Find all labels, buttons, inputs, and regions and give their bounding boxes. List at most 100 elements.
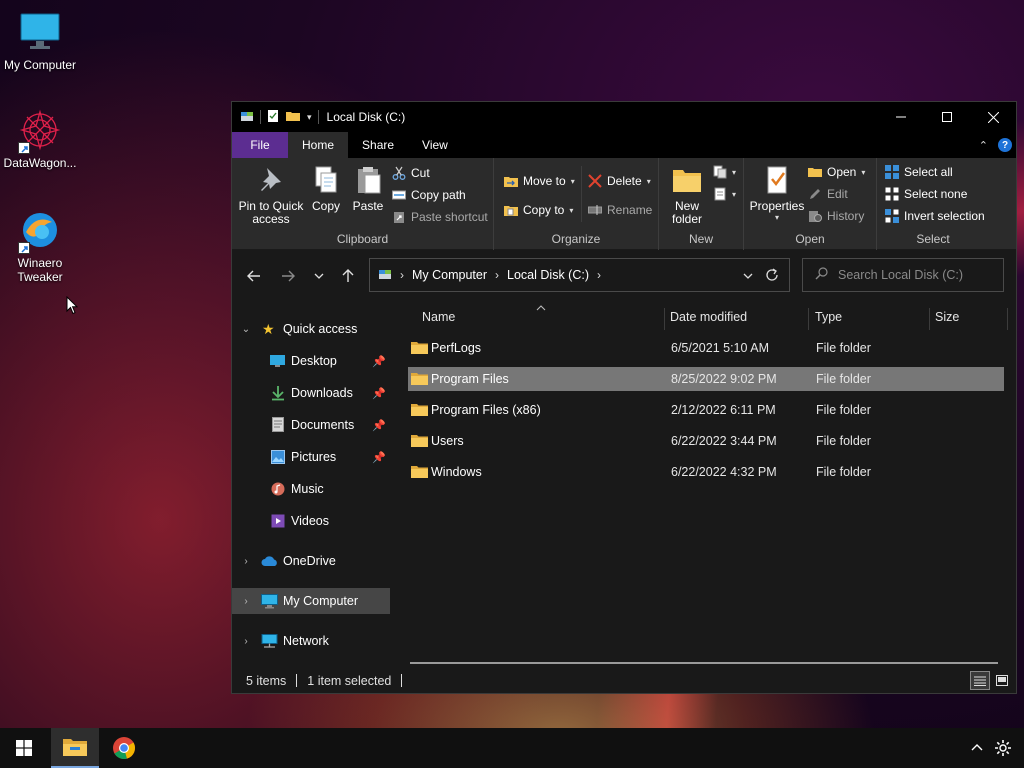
taskbar	[0, 728, 1024, 768]
desktop-icon-my-computer[interactable]: My Computer	[0, 10, 80, 72]
star-icon: ★	[262, 320, 275, 337]
collapse-ribbon-icon[interactable]: ⌃	[979, 139, 988, 152]
tab-share[interactable]: Share	[348, 132, 408, 158]
rename-button[interactable]: Rename	[588, 203, 652, 217]
large-icons-view-icon	[996, 675, 1008, 686]
back-button[interactable]	[244, 266, 264, 286]
copy-button[interactable]: Copy	[306, 164, 346, 213]
column-header-type[interactable]: Type	[815, 310, 842, 324]
chevron-right-icon[interactable]: ›	[240, 636, 252, 647]
file-explorer-window: ▾ Local Disk (C:) File Home Share View ⌃…	[231, 101, 1017, 694]
copy-path-button[interactable]: Copy path	[392, 188, 466, 202]
file-row-perflogs[interactable]: PerfLogs 6/5/2021 5:10 AM File folder	[408, 336, 1004, 360]
chevron-right-icon[interactable]: ›	[240, 556, 252, 567]
close-button[interactable]	[970, 102, 1016, 132]
drive-icon[interactable]	[240, 110, 254, 125]
desktop-icon-winaero-tweaker[interactable]: Winaero Tweaker	[0, 208, 80, 284]
tab-file[interactable]: File	[232, 132, 288, 158]
file-row-users[interactable]: Users 6/22/2022 3:44 PM File folder	[408, 429, 1004, 453]
desktop-icon-datawagon[interactable]: DataWagon...	[0, 108, 80, 170]
nav-desktop[interactable]: Desktop 📌	[232, 348, 390, 374]
file-row-program-files-x86[interactable]: Program Files (x86) 2/12/2022 6:11 PM Fi…	[408, 398, 1004, 422]
column-divider[interactable]	[929, 308, 930, 330]
windows-logo-icon	[16, 740, 32, 756]
forward-button[interactable]	[278, 266, 298, 286]
invert-selection-button[interactable]: Invert selection	[885, 209, 985, 223]
minimize-button[interactable]	[878, 102, 924, 132]
pictures-icon	[271, 450, 285, 467]
ribbon-home: Pin to Quick access Copy Paste Cut Copy …	[232, 158, 1016, 250]
pin-to-quick-access-button[interactable]: Pin to Quick access	[238, 164, 304, 226]
sort-ascending-icon	[536, 300, 546, 314]
new-folder-button[interactable]: New folder	[665, 164, 709, 226]
address-history-dropdown[interactable]	[743, 268, 753, 282]
nav-pictures[interactable]: Pictures 📌	[232, 444, 390, 470]
settings-button[interactable]	[994, 739, 1012, 760]
search-input[interactable]: Search Local Disk (C:)	[802, 258, 1004, 292]
help-icon[interactable]: ?	[998, 138, 1012, 152]
paste-button[interactable]: Paste	[348, 164, 388, 213]
pin-icon[interactable]: 📌	[372, 451, 386, 464]
nav-videos[interactable]: Videos	[232, 508, 390, 534]
recent-locations-button[interactable]	[309, 266, 329, 286]
pin-icon[interactable]: 📌	[372, 387, 386, 400]
column-header-date-modified[interactable]: Date modified	[670, 310, 747, 324]
paste-shortcut-button[interactable]: Paste shortcut	[392, 210, 488, 224]
up-button[interactable]	[338, 266, 358, 286]
new-item-button[interactable]: ▾	[713, 165, 736, 179]
new-item-icon	[713, 165, 727, 179]
column-header-size[interactable]: Size	[935, 310, 959, 324]
nav-music[interactable]: Music	[232, 476, 390, 502]
address-bar[interactable]: › My Computer › Local Disk (C:) ›	[369, 258, 790, 292]
taskbar-file-explorer[interactable]	[51, 728, 99, 768]
dropdown-caret-icon: ▾	[732, 167, 737, 177]
taskbar-chrome[interactable]	[100, 728, 148, 768]
open-button[interactable]: Open ▾	[808, 165, 865, 179]
nav-downloads[interactable]: Downloads 📌	[232, 380, 390, 406]
show-hidden-icons-button[interactable]	[970, 740, 984, 757]
dropdown-caret-icon: ▾	[861, 167, 866, 177]
nav-onedrive[interactable]: › OneDrive	[232, 548, 390, 574]
customize-toolbar-icon[interactable]: ▾	[307, 112, 312, 123]
breadcrumb-my-computer[interactable]: My Computer	[412, 268, 487, 282]
new-folder-icon[interactable]	[285, 110, 301, 125]
edit-button[interactable]: Edit	[808, 187, 848, 201]
column-divider[interactable]	[664, 308, 665, 330]
copy-to-button[interactable]: Copy to ▾	[504, 203, 573, 217]
large-icons-view-button[interactable]	[992, 671, 1012, 690]
move-to-button[interactable]: Move to ▾	[504, 174, 575, 188]
tab-view[interactable]: View	[408, 132, 462, 158]
breadcrumb-local-disk[interactable]: Local Disk (C:)	[507, 268, 589, 282]
easy-access-button[interactable]: ▾	[713, 187, 736, 201]
chevron-right-icon[interactable]: ›	[240, 596, 252, 607]
pin-icon[interactable]: 📌	[372, 355, 386, 368]
file-row-windows[interactable]: Windows 6/22/2022 4:32 PM File folder	[408, 460, 1004, 484]
properties-icon[interactable]	[267, 109, 279, 126]
chevron-up-icon	[971, 744, 983, 751]
pin-icon[interactable]: 📌	[372, 419, 386, 432]
column-divider[interactable]	[1007, 308, 1008, 330]
cut-button[interactable]: Cut	[392, 166, 430, 180]
file-row-program-files[interactable]: Program Files 8/25/2022 9:02 PM File fol…	[408, 367, 1004, 391]
tab-home[interactable]: Home	[288, 132, 349, 158]
column-divider[interactable]	[808, 308, 809, 330]
chevron-expanded-icon[interactable]: ⌄	[240, 324, 252, 335]
nav-documents[interactable]: Documents 📌	[232, 412, 390, 438]
nav-quick-access[interactable]: ⌄ ★ Quick access	[232, 316, 390, 342]
drive-icon	[378, 268, 392, 283]
nav-network[interactable]: › Network	[232, 628, 390, 654]
history-button[interactable]: History	[808, 209, 864, 223]
details-view-button[interactable]	[970, 671, 990, 690]
properties-button[interactable]: Properties ▾	[748, 164, 806, 223]
select-none-button[interactable]: Select none	[885, 187, 967, 201]
horizontal-scrollbar[interactable]	[410, 662, 998, 664]
start-button[interactable]	[0, 728, 48, 768]
column-header-name[interactable]: Name	[422, 310, 455, 324]
refresh-button[interactable]	[765, 268, 779, 285]
nav-my-computer[interactable]: › My Computer	[232, 588, 390, 614]
maximize-button[interactable]	[924, 102, 970, 132]
select-all-button[interactable]: Select all	[885, 165, 953, 179]
delete-button[interactable]: Delete ▾	[588, 174, 651, 188]
refresh-icon	[766, 268, 778, 281]
new-folder-icon	[671, 164, 703, 196]
